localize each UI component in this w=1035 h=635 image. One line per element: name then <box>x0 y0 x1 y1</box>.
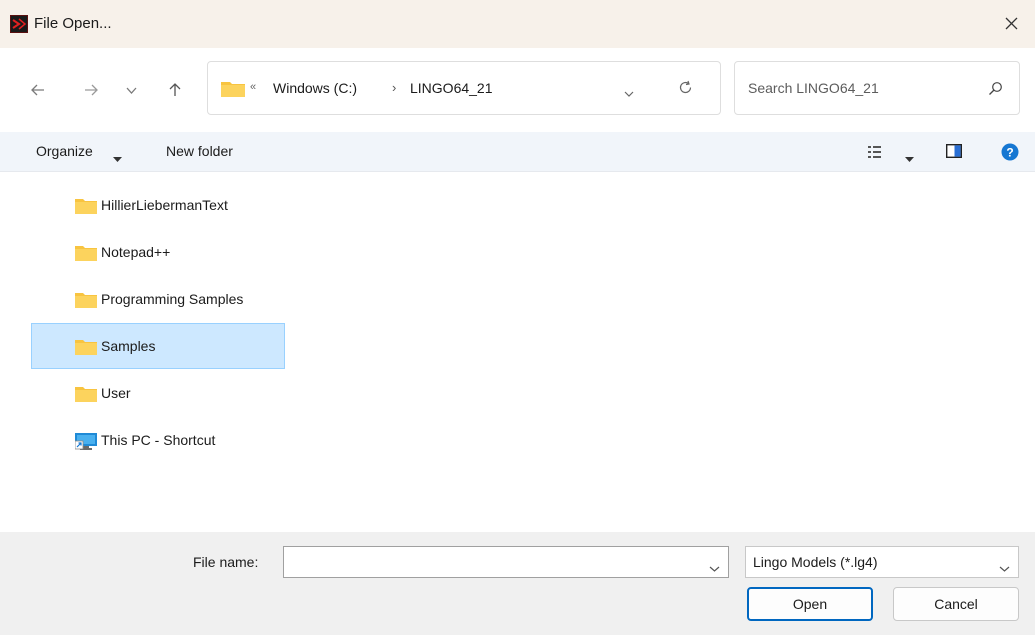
address-dropdown-button[interactable] <box>624 84 634 100</box>
navigation-bar: « Windows (C:) › LINGO64_21 Search LINGO… <box>0 48 1035 132</box>
folder-icon <box>75 198 97 217</box>
caret-down-icon[interactable] <box>113 149 122 165</box>
search-icon[interactable] <box>988 81 1003 99</box>
organize-menu[interactable]: Organize <box>36 143 93 159</box>
back-button[interactable] <box>24 76 52 104</box>
lingo-app-icon <box>10 15 28 33</box>
chevron-down-icon <box>126 87 136 94</box>
list-item[interactable]: This PC - Shortcut <box>31 417 285 463</box>
title-bar: File Open... <box>0 0 1035 48</box>
file-list: HillierLiebermanText Notepad++ Programmi… <box>0 172 1035 532</box>
pc-shortcut-icon <box>74 433 97 453</box>
search-box[interactable]: Search LINGO64_21 <box>734 61 1020 115</box>
list-item[interactable]: Programming Samples <box>31 276 285 322</box>
file-name: User <box>101 385 131 401</box>
folder-icon <box>221 81 245 100</box>
file-name: Programming Samples <box>101 291 244 307</box>
folder-icon <box>75 292 97 311</box>
list-item-selected[interactable]: Samples <box>31 323 285 369</box>
folder-icon <box>75 245 97 264</box>
address-bar[interactable]: « Windows (C:) › LINGO64_21 <box>207 61 721 115</box>
forward-button[interactable] <box>77 76 105 104</box>
arrow-left-icon <box>31 84 44 96</box>
file-name: Notepad++ <box>101 244 171 260</box>
breadcrumb-lingo64-21[interactable]: LINGO64_21 <box>410 80 493 96</box>
window-title: File Open... <box>34 15 112 32</box>
file-name: Samples <box>101 338 156 354</box>
footer-panel: File name: Lingo Models (*.lg4) Open Can… <box>0 532 1035 635</box>
search-input[interactable]: Search LINGO64_21 <box>748 80 879 96</box>
breadcrumb-separator[interactable]: › <box>392 80 396 95</box>
chevron-down-icon <box>624 91 634 97</box>
view-options-icon[interactable] <box>868 145 881 161</box>
view-caret-down-icon[interactable] <box>905 149 914 165</box>
file-name-label: File name: <box>193 554 259 570</box>
chevron-down-icon[interactable] <box>999 559 1010 575</box>
chevron-down-icon[interactable] <box>709 559 720 575</box>
arrow-up-icon <box>169 83 181 96</box>
list-item[interactable]: HillierLiebermanText <box>31 182 285 228</box>
command-toolbar: Organize New folder ? <box>0 132 1035 172</box>
file-type-select[interactable]: Lingo Models (*.lg4) <box>745 546 1019 578</box>
refresh-icon <box>679 80 692 94</box>
svg-text:?: ? <box>1006 146 1013 160</box>
breadcrumb-windows-c[interactable]: Windows (C:) <box>273 80 357 96</box>
file-name-input[interactable] <box>284 547 694 577</box>
file-name: HillierLiebermanText <box>101 197 228 213</box>
refresh-button[interactable] <box>678 80 693 98</box>
up-button[interactable] <box>161 76 189 104</box>
list-item[interactable]: User <box>31 370 285 416</box>
file-name: This PC - Shortcut <box>101 432 216 448</box>
list-item[interactable]: Notepad++ <box>31 229 285 275</box>
folder-icon <box>75 386 97 405</box>
help-icon[interactable]: ? <box>1001 143 1019 164</box>
cancel-button[interactable]: Cancel <box>893 587 1019 621</box>
file-name-combobox[interactable] <box>283 546 729 578</box>
address-overflow-icon[interactable]: « <box>250 81 256 93</box>
arrow-right-icon <box>85 84 98 96</box>
recent-locations-button[interactable] <box>117 76 145 104</box>
new-folder-button[interactable]: New folder <box>166 143 233 159</box>
file-type-value: Lingo Models (*.lg4) <box>753 554 878 570</box>
open-button[interactable]: Open <box>747 587 873 621</box>
close-button[interactable] <box>989 0 1035 48</box>
preview-pane-icon[interactable] <box>945 143 963 161</box>
close-icon <box>1005 17 1018 30</box>
folder-icon <box>75 339 97 358</box>
